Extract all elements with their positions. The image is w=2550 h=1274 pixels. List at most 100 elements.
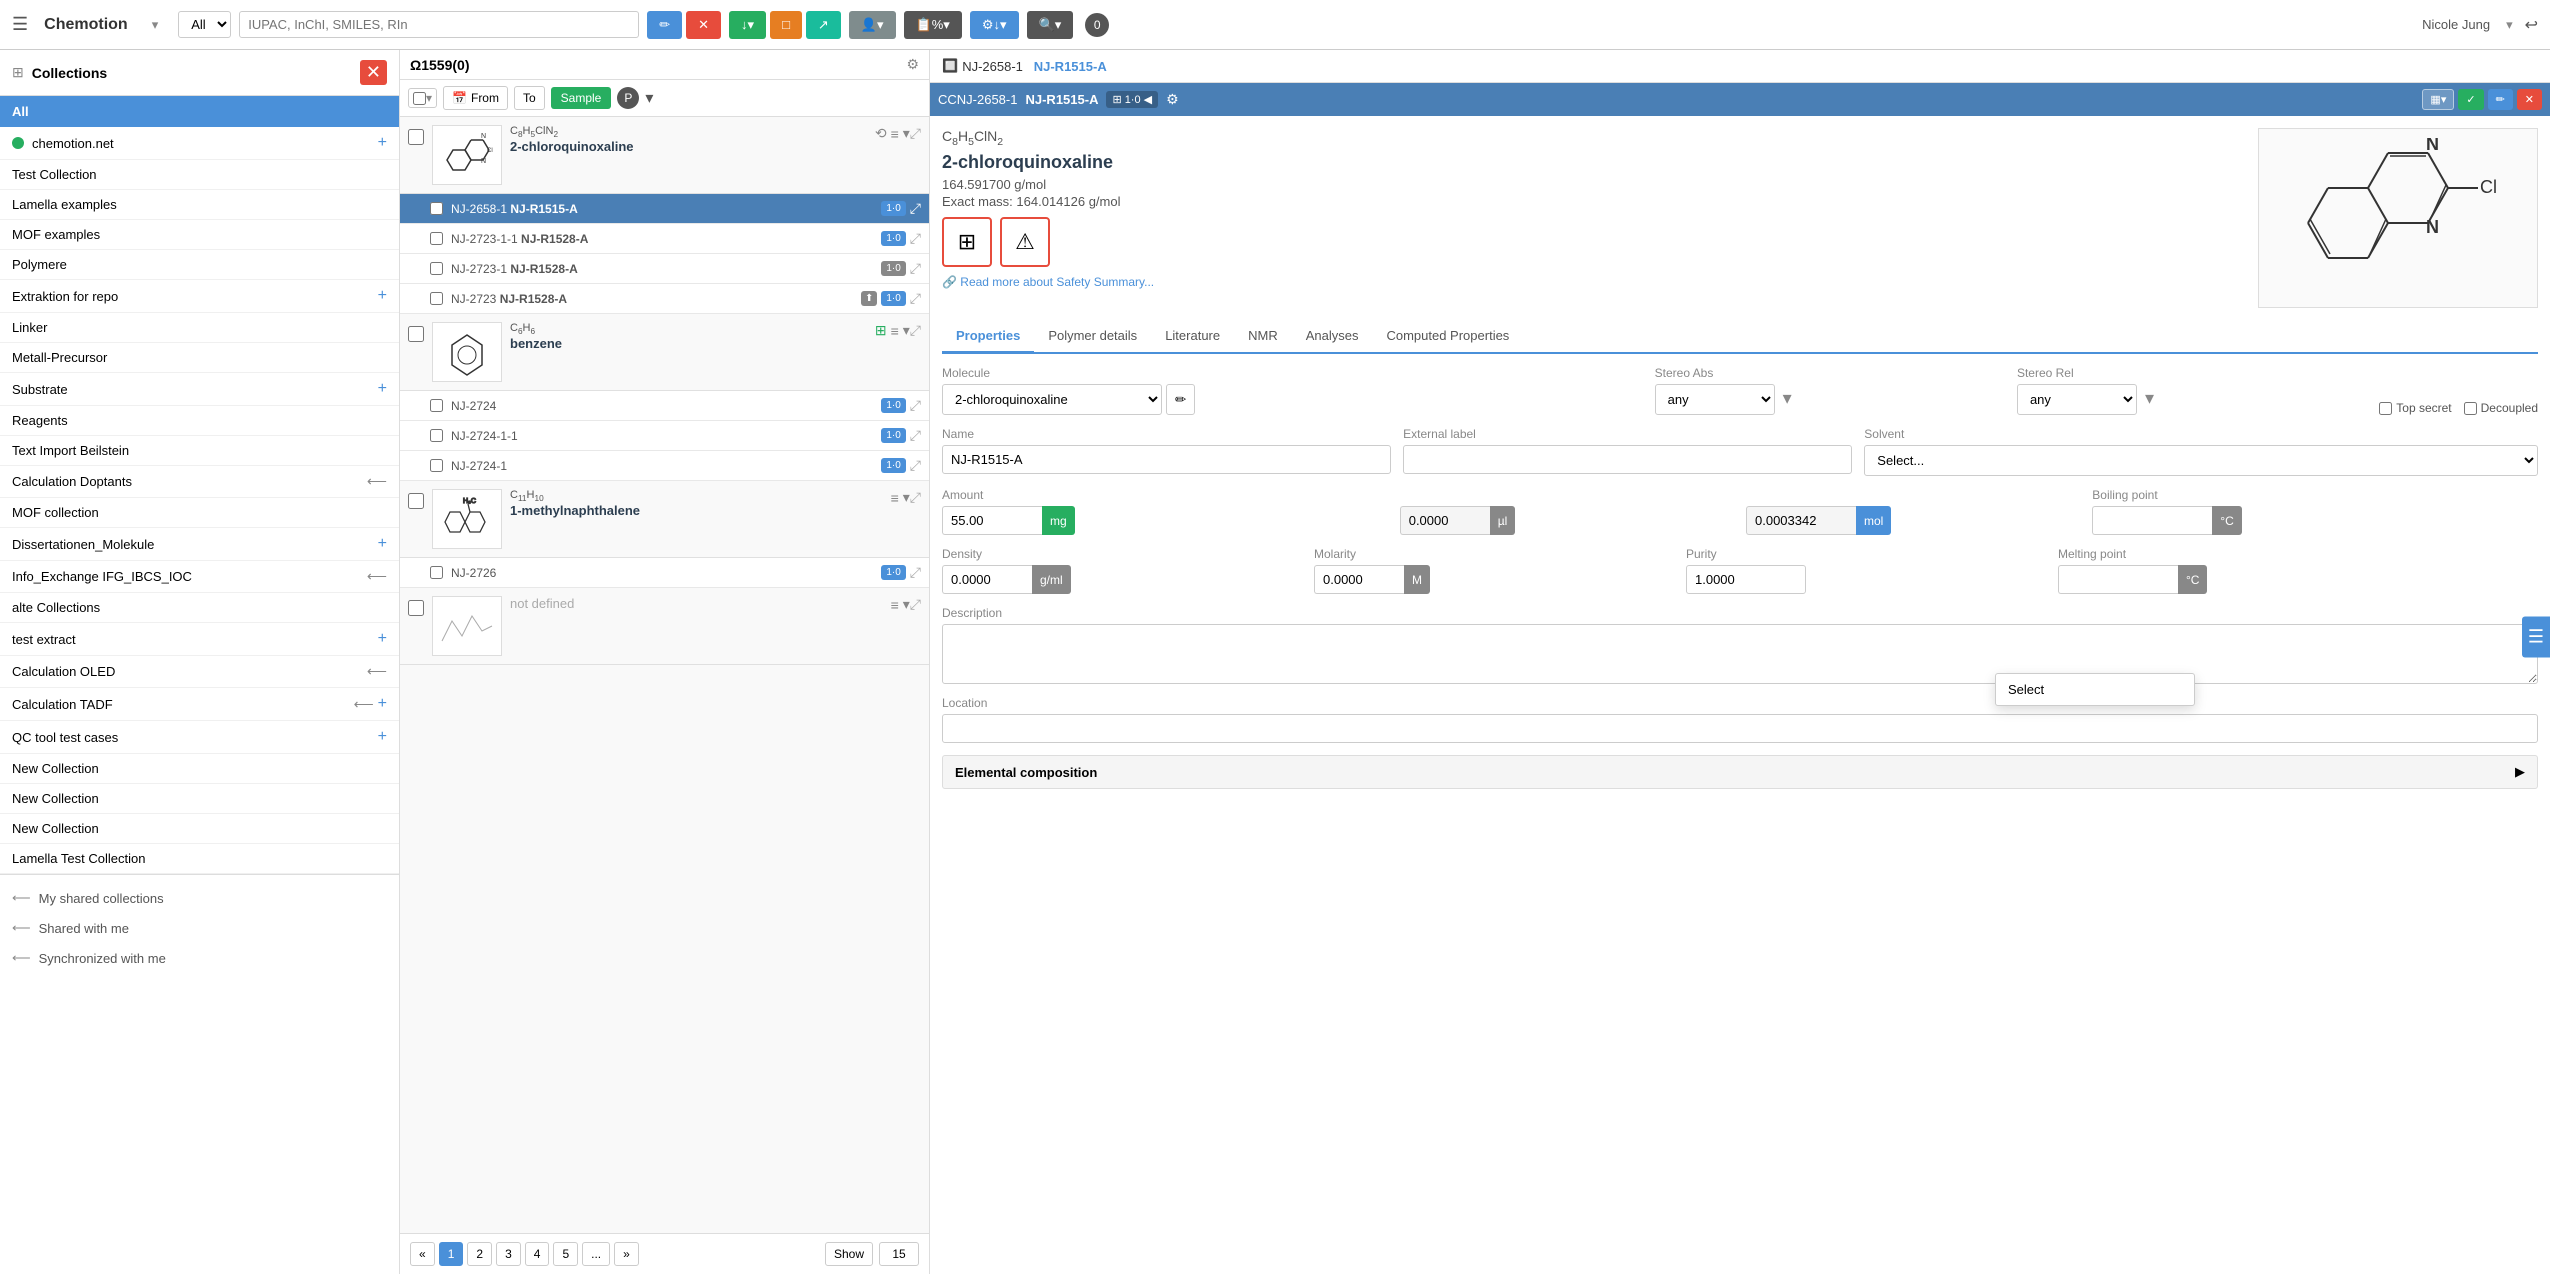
clear-button[interactable]: ✕ — [686, 11, 721, 39]
sample-checkbox[interactable] — [408, 600, 424, 616]
sidebar-item-test-ex[interactable]: test extract + — [0, 623, 399, 656]
share-icon[interactable]: ⟵ — [367, 568, 387, 585]
sample-subitem-nj-2724-1-1[interactable]: NJ-2724-1-1 1·0 ⤢ — [400, 421, 929, 451]
add-collection-icon[interactable]: + — [378, 728, 387, 746]
add-collection-icon[interactable]: + — [378, 134, 387, 152]
subitem-checkbox[interactable] — [430, 202, 443, 215]
name-input[interactable] — [942, 445, 1391, 474]
subitem-checkbox[interactable] — [430, 459, 443, 472]
sidebar-item-reagents[interactable]: Reagents — [0, 406, 399, 436]
page-3-button[interactable]: 3 — [496, 1242, 521, 1266]
location-input[interactable] — [942, 714, 2538, 743]
show-button[interactable]: Show — [825, 1242, 873, 1266]
sidebar-item-substrate[interactable]: Substrate + — [0, 373, 399, 406]
search-type-select[interactable]: All — [178, 11, 231, 38]
sample-subitem-nj-2723-1-1[interactable]: NJ-2723-1-1 NJ-R1528-A 1·0 ⤢ — [400, 224, 929, 254]
select-option-select[interactable]: Select — [1996, 674, 2194, 705]
import-button[interactable]: 👤▾ — [849, 11, 896, 39]
top-secret-checkbox[interactable] — [2379, 402, 2392, 415]
to-date-button[interactable]: To — [514, 86, 545, 110]
hamburger-icon[interactable]: ☰ — [12, 14, 28, 35]
extra-button[interactable]: ⚙↓▾ — [970, 11, 1019, 39]
share-icon[interactable]: ⟵ — [367, 663, 387, 680]
drag-handle-icon[interactable]: ⤢ — [910, 322, 921, 339]
molarity-input[interactable] — [1314, 565, 1404, 594]
sidebar-item-shared-with-me[interactable]: ⟵ Shared with me — [12, 913, 387, 943]
stereo-rel-select[interactable]: any — [2017, 384, 2137, 415]
subitem-checkbox[interactable] — [430, 232, 443, 245]
drag-handle-icon[interactable]: ⤢ — [910, 260, 921, 277]
per-page-input[interactable] — [879, 1242, 919, 1266]
chevron-down-icon[interactable]: ▾ — [426, 91, 432, 105]
elemental-composition-header[interactable]: Elemental composition ▶ — [942, 755, 2538, 789]
sample-group-methylnaph[interactable]: H₃C C11H10 1-methylnaphthalene ≡ ▾ — [400, 481, 929, 558]
drag-handle-icon[interactable]: ⤢ — [910, 125, 921, 142]
sidebar-item-calc-oled[interactable]: Calculation OLED ⟵ — [0, 656, 399, 688]
prev-page-button[interactable]: « — [410, 1242, 435, 1266]
filter-icon[interactable]: ⚙ — [906, 56, 919, 73]
expand-icon[interactable]: ▾ — [903, 125, 910, 142]
share-icon[interactable]: ⟵ — [367, 473, 387, 490]
sample-checkbox[interactable] — [408, 326, 424, 342]
add-collection-icon[interactable]: + — [378, 535, 387, 553]
subitem-checkbox[interactable] — [430, 566, 443, 579]
sidebar-item-lamella[interactable]: Lamella examples — [0, 190, 399, 220]
save-button[interactable]: ✓ — [2458, 89, 2483, 110]
sidebar-item-lamella-test[interactable]: Lamella Test Collection — [0, 844, 399, 874]
sidebar-item-text-import[interactable]: Text Import Beilstein — [0, 436, 399, 466]
subitem-checkbox[interactable] — [430, 262, 443, 275]
create-button[interactable]: ↓▾ — [729, 11, 766, 39]
search-input[interactable] — [239, 11, 639, 38]
sidebar-close-icon[interactable]: ✕ — [360, 60, 387, 85]
chevron-down-icon[interactable]: ▾ — [2141, 384, 2158, 415]
amount3-input[interactable] — [1746, 506, 1856, 535]
description-textarea[interactable] — [942, 624, 2538, 684]
sidebar-item-extraktion[interactable]: Extraktion for repo + — [0, 280, 399, 313]
page-5-button[interactable]: 5 — [553, 1242, 578, 1266]
melting-point-unit-button[interactable]: °C — [2178, 565, 2207, 594]
molecule-select[interactable]: 2-chloroquinoxaline — [942, 384, 1162, 415]
preview-button[interactable]: P — [617, 87, 639, 109]
sample-subitem-nj-2726[interactable]: NJ-2726 1·0 ⤢ — [400, 558, 929, 588]
safety-link[interactable]: 🔗 Read more about Safety Summary... — [942, 275, 2242, 289]
density-input[interactable] — [942, 565, 1032, 594]
tab-polymer-details[interactable]: Polymer details — [1034, 320, 1151, 354]
molarity-unit-button[interactable]: M — [1404, 565, 1430, 594]
add-collection-icon[interactable]: + — [378, 287, 387, 305]
sample-group-chloroquinoxaline[interactable]: N N Cl C8H5ClN2 2-chloroquinoxaline ⟲ ≡ — [400, 117, 929, 194]
drag-handle-icon[interactable]: ⤢ — [910, 427, 921, 444]
delete-detail-button[interactable]: ✕ — [2517, 89, 2542, 110]
sidebar-item-diss[interactable]: Dissertationen_Molekule + — [0, 528, 399, 561]
amount2-input[interactable] — [1400, 506, 1490, 535]
barcode-button[interactable]: ▦▾ — [2422, 89, 2454, 110]
sidebar-item-chemotion[interactable]: chemotion.net + — [0, 127, 399, 160]
subitem-checkbox[interactable] — [430, 292, 443, 305]
density-unit-button[interactable]: g/ml — [1032, 565, 1071, 594]
amount-input[interactable] — [942, 506, 1042, 535]
amount2-unit-button[interactable]: µl — [1490, 506, 1516, 535]
scan-button[interactable]: 🔍▾ — [1027, 11, 1074, 39]
next-page-button[interactable]: » — [614, 1242, 639, 1266]
brand-dropdown-icon[interactable]: ▾ — [152, 17, 159, 33]
sidebar-item-polymere[interactable]: Polymere — [0, 250, 399, 280]
subitem-checkbox[interactable] — [430, 429, 443, 442]
sidebar-item-sync[interactable]: ⟵ Synchronized with me — [12, 943, 387, 973]
add-collection-icon[interactable]: + — [378, 630, 387, 648]
tab-nmr[interactable]: NMR — [1234, 320, 1292, 354]
sample-filter-button[interactable]: Sample — [551, 87, 612, 109]
tab-literature[interactable]: Literature — [1151, 320, 1234, 354]
sidebar-item-my-shared[interactable]: ⟵ My shared collections — [12, 883, 387, 913]
amount3-unit-button[interactable]: mol — [1856, 506, 1891, 535]
page-4-button[interactable]: 4 — [525, 1242, 550, 1266]
sample-subitem-nj-2724-1[interactable]: NJ-2724-1 1·0 ⤢ — [400, 451, 929, 481]
share-button[interactable]: ↗ — [806, 11, 841, 39]
drag-handle-icon[interactable]: ⤢ — [910, 564, 921, 581]
sample-subitem-nj-2723[interactable]: NJ-2723 NJ-R1528-A ⬆ 1·0 ⤢ — [400, 284, 929, 314]
sidebar-item-linker[interactable]: Linker — [0, 313, 399, 343]
badge-chevron[interactable]: ◀ — [1144, 93, 1152, 106]
amount-unit-button[interactable]: mg — [1042, 506, 1075, 535]
share-icon[interactable]: ⟵ — [354, 696, 374, 713]
drag-handle-icon[interactable]: ⤢ — [910, 596, 921, 613]
edit-button[interactable]: ✏ — [647, 11, 682, 39]
expand-icon[interactable]: ▾ — [903, 596, 910, 613]
